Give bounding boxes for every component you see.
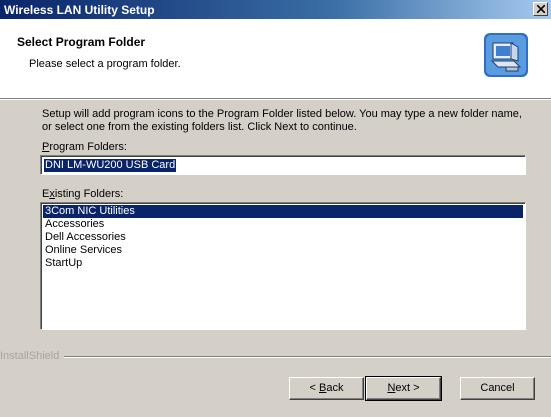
program-folder-value: DNI LM-WU200 USB Card: [44, 159, 177, 172]
wizard-header: Select Program Folder Please select a pr…: [0, 19, 551, 98]
list-item[interactable]: 3Com NIC Utilities: [43, 205, 523, 218]
page-subtitle: Please select a program folder.: [29, 58, 181, 70]
window-title: Wireless LAN Utility Setup: [4, 3, 155, 17]
close-button[interactable]: [533, 2, 548, 16]
program-folders-label: Program Folders:: [42, 141, 127, 153]
title-bar[interactable]: Wireless LAN Utility Setup: [0, 0, 551, 19]
existing-folders-label: Existing Folders:: [42, 188, 123, 200]
list-item[interactable]: Online Services: [43, 244, 523, 257]
close-icon: [537, 5, 545, 13]
existing-folders-list[interactable]: 3Com NIC Utilities Accessories Dell Acce…: [40, 202, 526, 330]
existing-folders-label-rest: isting Folders:: [54, 188, 124, 200]
instructions-text: Setup will add program icons to the Prog…: [42, 108, 522, 133]
next-button-rest: ext >: [395, 382, 420, 394]
page-title: Select Program Folder: [17, 35, 146, 49]
footer-divider-highlight: [64, 357, 551, 358]
next-button[interactable]: Next >: [365, 376, 442, 401]
header-divider-highlight: [0, 99, 551, 100]
computer-setup-icon: [484, 33, 528, 77]
program-folders-label-rest: rogram Folders:: [49, 141, 127, 153]
list-item[interactable]: Accessories: [43, 218, 523, 231]
installshield-brand: InstallShield: [0, 350, 60, 362]
back-button-rest: ack: [326, 382, 344, 394]
program-folder-input[interactable]: DNI LM-WU200 USB Card: [40, 155, 526, 175]
list-item[interactable]: StartUp: [43, 257, 523, 270]
back-button-pre: <: [309, 382, 319, 394]
back-button[interactable]: < Back: [289, 377, 364, 400]
cancel-button[interactable]: Cancel: [460, 377, 535, 400]
list-item[interactable]: Dell Accessories: [43, 231, 523, 244]
